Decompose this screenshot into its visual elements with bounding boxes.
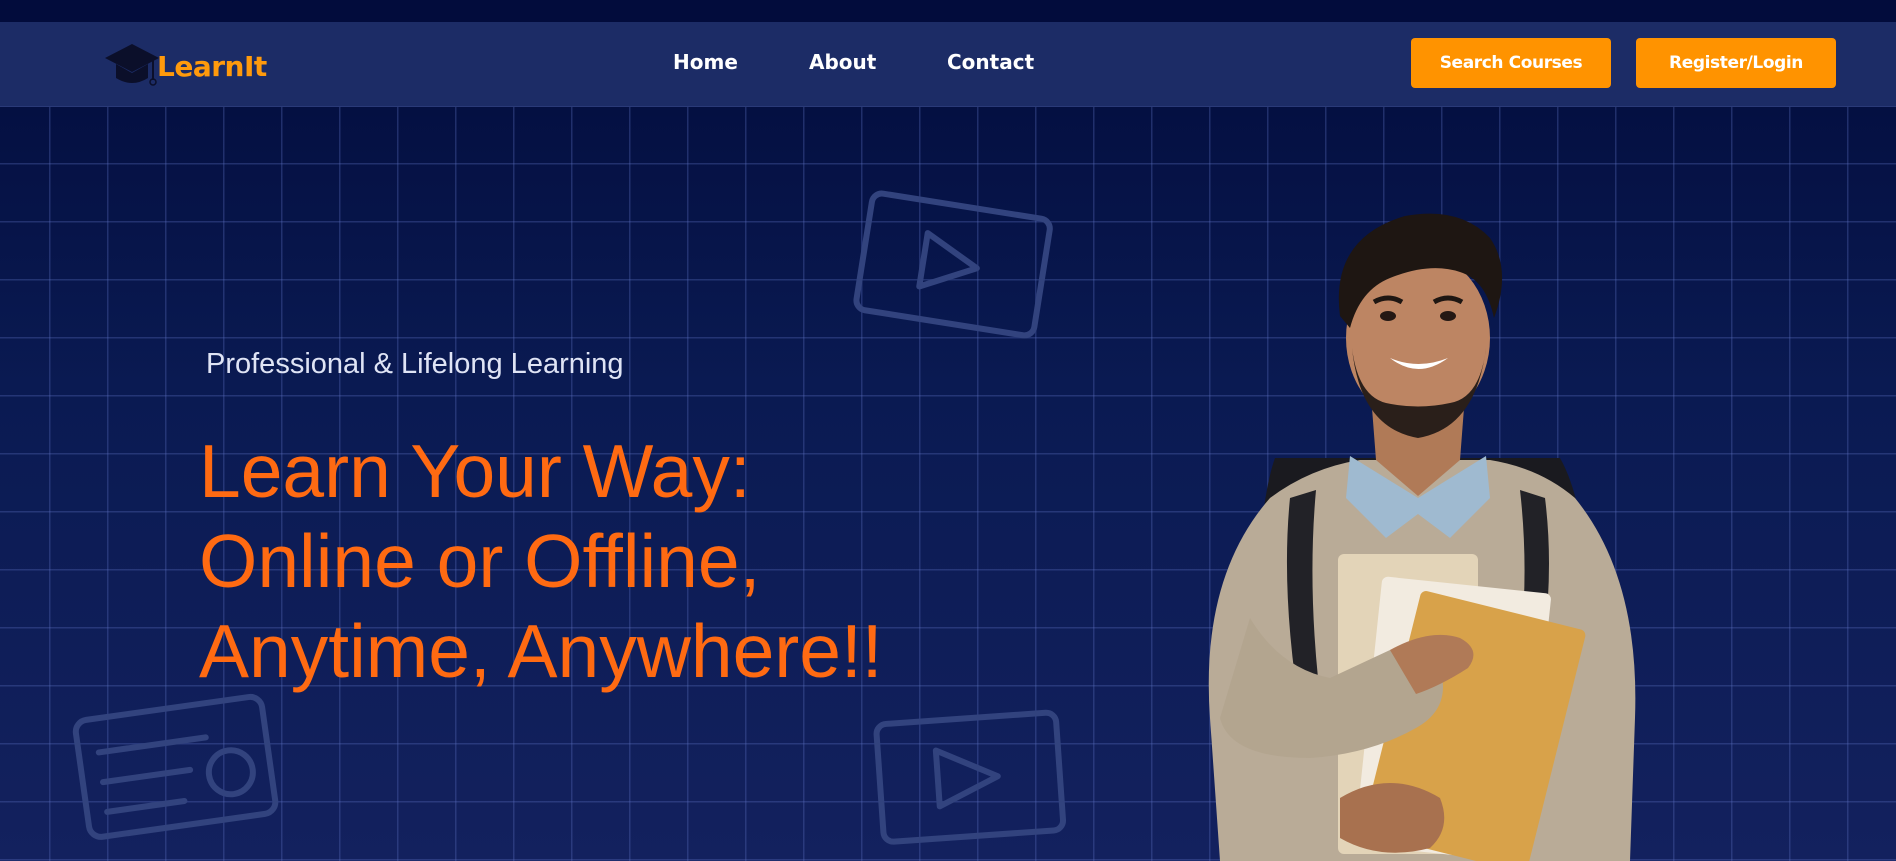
hero-subtitle: Professional & Lifelong Learning — [206, 348, 624, 380]
student-image — [1208, 213, 1636, 861]
video-play-icon — [873, 709, 1067, 845]
brand-logo[interactable]: LearnIt — [103, 38, 267, 94]
hero-section: Professional & Lifelong Learning Learn Y… — [0, 0, 1896, 861]
headline-line: Online or Offline, — [199, 519, 761, 603]
nav-home-link[interactable]: Home — [673, 50, 738, 74]
headline-line: Learn Your Way: — [199, 429, 751, 513]
register-login-button[interactable]: Register/Login — [1636, 38, 1836, 88]
id-card-icon — [72, 693, 279, 840]
navbar: LearnIt Home About Contact Search Course… — [0, 22, 1896, 107]
hero-headline: Learn Your Way: Online or Offline, Anyti… — [199, 426, 883, 696]
nav-contact-link[interactable]: Contact — [947, 50, 1034, 74]
brand-name: LearnIt — [157, 49, 267, 83]
graduation-cap-icon — [105, 44, 159, 86]
search-courses-button[interactable]: Search Courses — [1411, 38, 1611, 88]
video-play-icon — [853, 190, 1053, 339]
headline-line: Anytime, Anywhere!! — [199, 609, 883, 693]
top-strip — [0, 0, 1896, 22]
nav-about-link[interactable]: About — [809, 50, 876, 74]
